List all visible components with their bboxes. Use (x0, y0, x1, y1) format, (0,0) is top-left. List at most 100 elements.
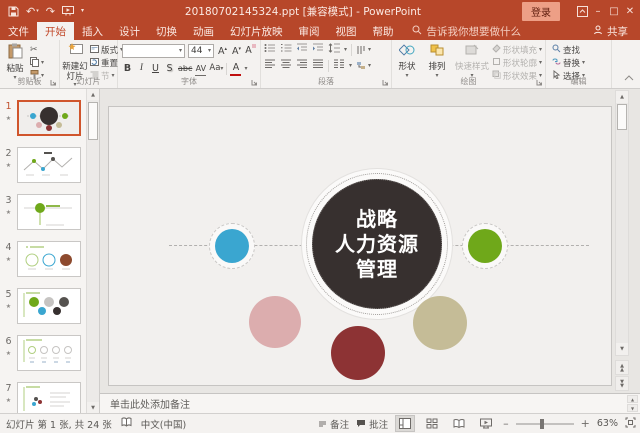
tab-design[interactable]: 设计 (111, 22, 148, 40)
underline-button[interactable]: U (150, 62, 161, 75)
scroll-down-icon[interactable]: ▼ (616, 343, 628, 355)
shape-fill-button[interactable]: 形状填充▾ (492, 44, 542, 56)
grow-font-button[interactable]: A▴ (217, 43, 228, 58)
tab-view[interactable]: 视图 (328, 22, 365, 40)
decrease-indent-icon[interactable] (296, 43, 308, 56)
maximize-button[interactable]: □ (606, 1, 622, 21)
text-direction-button[interactable]: ▾ (356, 44, 371, 56)
scrollbar-thumb[interactable] (617, 104, 627, 130)
comments-toggle-button[interactable]: 批注 (356, 417, 388, 431)
character-spacing-button[interactable]: AV (195, 62, 206, 76)
scroll-up-icon[interactable]: ▲ (627, 395, 638, 403)
green-circle-shape[interactable] (468, 229, 502, 263)
normal-view-button[interactable] (395, 415, 415, 432)
reading-view-button[interactable] (449, 415, 469, 432)
center-circle-shape[interactable]: 战略 人力资源 管理 (302, 169, 452, 319)
slide-counter[interactable]: 幻灯片 第 1 张, 共 24 张 (6, 417, 112, 431)
tab-animations[interactable]: 动画 (185, 22, 222, 40)
slide-thumbnail-4[interactable]: 4★ (0, 241, 86, 277)
language-indicator[interactable]: 中文(中国) (141, 417, 186, 431)
strikethrough-button[interactable]: abc (178, 62, 192, 75)
slide-canvas[interactable]: 战略 人力资源 管理 (108, 106, 612, 386)
font-dialog-launcher[interactable] (251, 79, 258, 86)
change-case-button[interactable]: Aa▾ (209, 62, 223, 75)
share-button[interactable]: 共享 (593, 22, 628, 40)
find-button[interactable]: 查找 (552, 44, 611, 56)
font-size-combo[interactable]: 44▾ (188, 44, 214, 58)
font-name-combo[interactable]: ▾ (122, 44, 185, 58)
start-slideshow-icon[interactable] (62, 6, 74, 16)
slideshow-view-button[interactable] (476, 415, 496, 432)
slide-thumbnail-7[interactable]: 7★ (0, 382, 86, 413)
tab-transitions[interactable]: 切换 (148, 22, 185, 40)
shapes-button[interactable]: 形状 ▾ (392, 40, 422, 78)
slide-thumbnail-6[interactable]: 6★ (0, 335, 86, 371)
notes-toggle-button[interactable]: 备注 (318, 417, 349, 431)
slide-sorter-view-button[interactable] (422, 415, 442, 432)
cut-button[interactable]: ✂ (30, 44, 44, 56)
clear-formatting-button[interactable]: A (245, 44, 256, 57)
tab-slideshow[interactable]: 幻灯片放映 (222, 22, 291, 40)
convert-smartart-button[interactable]: ▾ (356, 60, 371, 72)
zoom-slider-thumb[interactable] (540, 419, 544, 429)
justify-icon[interactable] (312, 59, 324, 72)
drawing-dialog-launcher[interactable] (536, 79, 543, 86)
numbering-icon[interactable] (280, 43, 292, 56)
new-slide-button[interactable]: 新建幻灯片 ▾ (60, 40, 90, 78)
close-button[interactable]: ✕ (622, 1, 638, 21)
pink-circle-shape[interactable] (249, 296, 301, 348)
fit-slide-to-window-icon[interactable] (625, 417, 636, 431)
shrink-font-button[interactable]: A▾ (231, 43, 242, 58)
undo-icon[interactable]: ↶▾ (26, 6, 39, 17)
slide-thumbnail-3[interactable]: 3★ (0, 194, 86, 230)
next-slide-button[interactable]: ▼▼ (615, 376, 629, 391)
bullets-icon[interactable] (264, 43, 276, 56)
minimize-button[interactable]: – (590, 1, 606, 21)
tan-circle-shape[interactable] (413, 296, 467, 350)
maroon-circle-shape[interactable] (331, 326, 385, 380)
font-color-button[interactable]: A (230, 61, 241, 76)
tab-insert[interactable]: 插入 (74, 22, 111, 40)
scroll-up-icon[interactable]: ▲ (87, 89, 99, 100)
arrange-button[interactable]: 排列 ▾ (422, 40, 452, 78)
slide-thumbnail-5[interactable]: 5★ (0, 288, 86, 324)
notes-pane[interactable]: 单击此处添加备注 ▲ ▼ (100, 393, 640, 413)
tab-help[interactable]: 帮助 (365, 22, 402, 40)
copy-button[interactable]: ▾ (30, 57, 44, 69)
spellcheck-icon[interactable] (121, 417, 132, 430)
align-center-icon[interactable] (280, 59, 292, 72)
tell-me-search[interactable]: 告诉我你想要做什么 (412, 22, 522, 40)
quick-styles-button[interactable]: 快速样式 ▾ (452, 40, 492, 78)
paragraph-dialog-launcher[interactable] (382, 79, 389, 86)
slide-thumbnail-1[interactable]: 1★ (0, 100, 86, 136)
zoom-level[interactable]: 63% (597, 418, 618, 429)
zoom-slider[interactable] (516, 423, 574, 425)
zoom-in-button[interactable]: + (581, 417, 590, 430)
signin-button[interactable]: 登录 (522, 2, 560, 21)
editor-scrollbar[interactable]: ▲ ▼ (615, 90, 629, 356)
zoom-out-button[interactable]: – (503, 417, 509, 430)
notes-placeholder[interactable]: 单击此处添加备注 (110, 396, 190, 411)
scroll-up-icon[interactable]: ▲ (616, 91, 628, 103)
ribbon-options-icon[interactable] (574, 1, 590, 21)
bold-button[interactable]: B (122, 62, 133, 75)
scroll-down-icon[interactable]: ▼ (627, 404, 638, 412)
collapse-ribbon-icon[interactable] (624, 74, 634, 84)
redo-icon[interactable]: ↷ (46, 6, 55, 17)
thumbnail-scrollbar[interactable]: ▲ ▼ (86, 89, 99, 413)
scrollbar-thumb[interactable] (88, 102, 98, 140)
italic-button[interactable]: I (136, 62, 147, 75)
tab-review[interactable]: 审阅 (291, 22, 328, 40)
line-spacing-icon[interactable] (328, 43, 340, 56)
align-right-icon[interactable] (296, 59, 308, 72)
tab-home[interactable]: 开始 (37, 22, 74, 40)
tab-file[interactable]: 文件 (0, 22, 37, 40)
save-icon[interactable] (8, 6, 19, 17)
replace-button[interactable]: 替换▾ (552, 57, 611, 69)
blue-circle-shape[interactable] (215, 229, 249, 263)
paste-button[interactable]: 粘贴 ▾ (0, 40, 30, 78)
previous-slide-button[interactable]: ▲▲ (615, 360, 629, 375)
clipboard-dialog-launcher[interactable] (50, 79, 57, 86)
columns-icon[interactable] (333, 59, 345, 72)
scroll-down-icon[interactable]: ▼ (87, 402, 99, 413)
